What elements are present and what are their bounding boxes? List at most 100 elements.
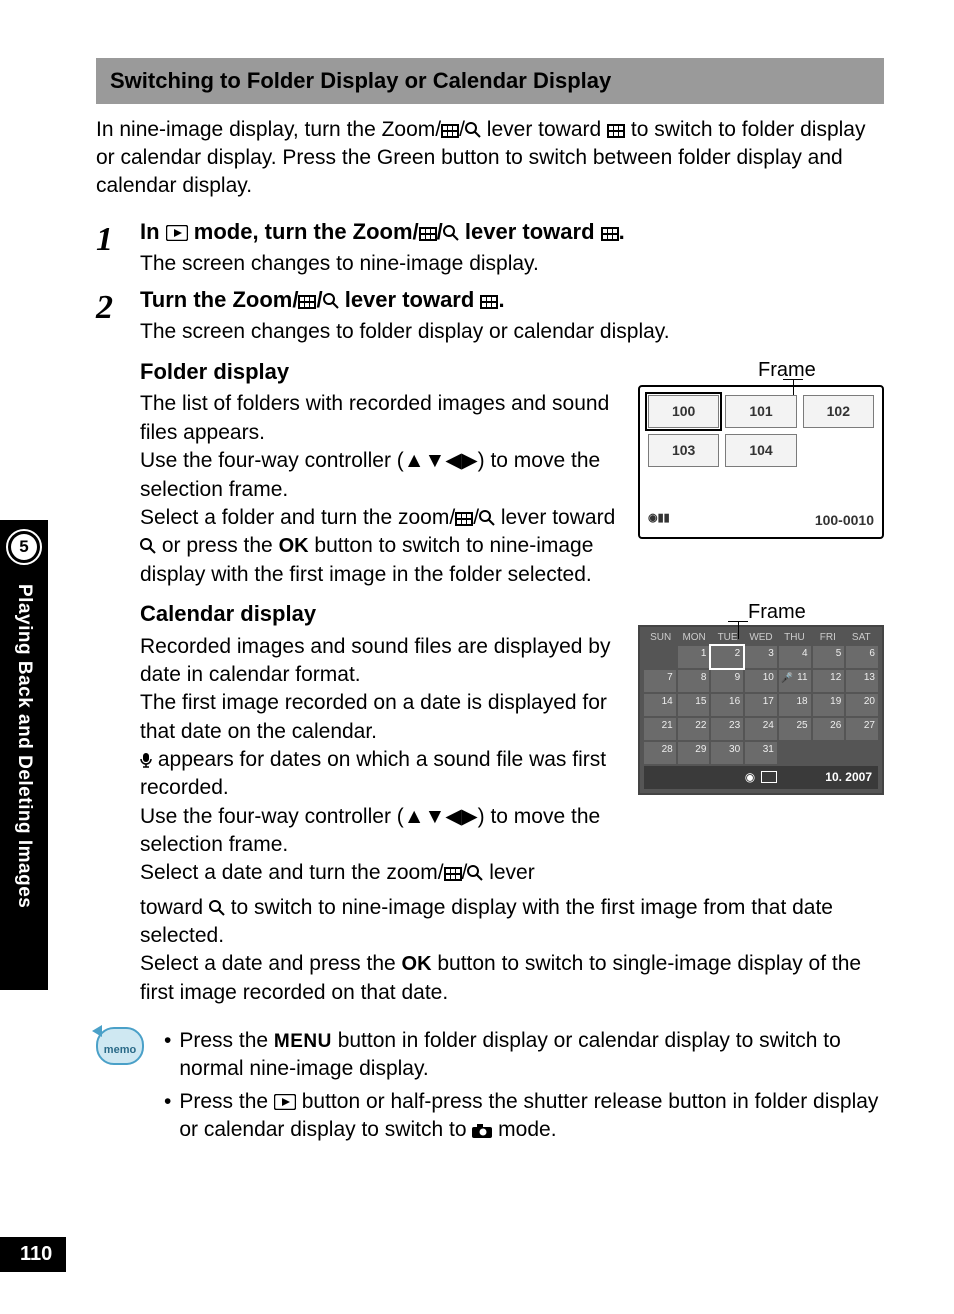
folder-display-title: Folder display bbox=[140, 357, 620, 387]
cal-cell: 15 bbox=[678, 694, 710, 716]
folder-cell: 101 bbox=[725, 395, 796, 428]
calendar-display-body: Recorded images and sound files are disp… bbox=[140, 633, 620, 888]
step-number: 2 bbox=[96, 285, 140, 1007]
cal-cell: 25 bbox=[779, 718, 811, 740]
folder-display-section: Folder display The list of folders with … bbox=[140, 357, 884, 589]
folder-cell: 104 bbox=[725, 434, 796, 467]
cal-cell: 1 bbox=[678, 646, 710, 668]
cal-cell: 14 bbox=[644, 694, 676, 716]
thumbnail-icon bbox=[455, 512, 473, 526]
cal-cell: 21 bbox=[644, 718, 676, 740]
cal-day-head: WED bbox=[744, 631, 777, 645]
battery-icon: ◉▮▮ bbox=[648, 511, 670, 530]
folder-display-body: The list of folders with recorded images… bbox=[140, 390, 620, 588]
magnify-icon bbox=[467, 865, 483, 881]
calendar-month-year: 10. 2007 bbox=[825, 769, 872, 785]
folder-cell: 102 bbox=[803, 395, 874, 428]
cal-cell: 9 bbox=[711, 670, 743, 692]
cal-day-head: TUE bbox=[711, 631, 744, 645]
frame-label: Frame bbox=[748, 599, 806, 626]
chapter-tab: 5 Playing Back and Deleting Images bbox=[0, 520, 48, 990]
cal-cell: 23 bbox=[711, 718, 743, 740]
cal-day-head: SAT bbox=[845, 631, 878, 645]
cal-cell: 17 bbox=[745, 694, 777, 716]
cal-cell: 27 bbox=[846, 718, 878, 740]
folder-cell: 100 bbox=[648, 395, 719, 428]
microphone-icon bbox=[140, 752, 152, 768]
cal-cell: 24 bbox=[745, 718, 777, 740]
cal-cell: 4 bbox=[779, 646, 811, 668]
memo-note: memo • Press the MENU button in folder d… bbox=[96, 1027, 884, 1148]
thumbnail-icon bbox=[441, 124, 459, 138]
cal-day-head: FRI bbox=[811, 631, 844, 645]
magnify-icon bbox=[479, 510, 495, 526]
thumbnail-icon bbox=[419, 227, 437, 241]
cal-cell: 18 bbox=[779, 694, 811, 716]
cal-cell: 8 bbox=[678, 670, 710, 692]
cal-cell: 10 bbox=[745, 670, 777, 692]
calendar-display-title: Calendar display bbox=[140, 599, 620, 629]
chapter-title: Playing Back and Deleting Images bbox=[11, 584, 37, 908]
card-icon bbox=[761, 771, 777, 783]
cal-day-head: SUN bbox=[644, 631, 677, 645]
cal-cell: 20 bbox=[846, 694, 878, 716]
cal-cell: 6 bbox=[846, 646, 878, 668]
thumbnail-icon bbox=[601, 227, 619, 241]
thumbnail-icon bbox=[480, 295, 498, 309]
calendar-continuation: toward to switch to nine-image display w… bbox=[140, 894, 884, 1007]
camera-icon bbox=[472, 1124, 492, 1138]
thumbnail-icon bbox=[298, 295, 316, 309]
cal-cell: 12 bbox=[813, 670, 845, 692]
magnify-icon bbox=[465, 122, 481, 138]
cal-cell: 26 bbox=[813, 718, 845, 740]
cal-cell bbox=[779, 742, 811, 764]
cal-cell bbox=[813, 742, 845, 764]
folder-counter: 100-0010 bbox=[815, 511, 874, 530]
cal-cell: 2 bbox=[711, 646, 743, 668]
cal-cell: 28 bbox=[644, 742, 676, 764]
cal-cell: 30 bbox=[711, 742, 743, 764]
cal-cell: 5 bbox=[813, 646, 845, 668]
cal-cell: 22 bbox=[678, 718, 710, 740]
step-title: In mode, turn the Zoom// lever toward . bbox=[140, 217, 884, 247]
playback-icon bbox=[166, 225, 188, 241]
magnify-icon bbox=[323, 293, 339, 309]
cal-cell: 3 bbox=[745, 646, 777, 668]
section-heading: Switching to Folder Display or Calendar … bbox=[96, 58, 884, 104]
step-number: 1 bbox=[96, 217, 140, 279]
ok-button-label: OK bbox=[402, 953, 432, 975]
cal-cell: 13 bbox=[846, 670, 878, 692]
cal-cell bbox=[846, 742, 878, 764]
magnify-icon bbox=[140, 538, 156, 554]
magnify-icon bbox=[443, 225, 459, 241]
step-description: The screen changes to folder display or … bbox=[140, 318, 884, 346]
chapter-number: 5 bbox=[11, 534, 37, 560]
folder-screen-illustration: Frame 100 101 102 103 104 ◉▮▮ bbox=[638, 357, 884, 540]
cal-cell: 31 bbox=[745, 742, 777, 764]
calendar-screen-illustration: Frame SUN MON TUE WED THU FRI SAT 123456… bbox=[638, 599, 884, 795]
thumbnail-icon bbox=[444, 867, 462, 881]
step-1: 1 In mode, turn the Zoom// lever toward … bbox=[96, 217, 884, 279]
cal-cell: 19 bbox=[813, 694, 845, 716]
cal-cell: 11🎤 bbox=[779, 670, 811, 692]
step-description: The screen changes to nine-image display… bbox=[140, 250, 884, 278]
playback-icon bbox=[274, 1094, 296, 1110]
step-title: Turn the Zoom// lever toward . bbox=[140, 285, 884, 315]
cal-cell: 29 bbox=[678, 742, 710, 764]
memo-bullet: • Press the MENU button in folder displa… bbox=[164, 1027, 884, 1084]
folder-cell: 103 bbox=[648, 434, 719, 467]
magnify-icon bbox=[209, 900, 225, 916]
cal-cell: 7 bbox=[644, 670, 676, 692]
cal-day-head: THU bbox=[778, 631, 811, 645]
cal-cell bbox=[644, 646, 676, 668]
calendar-display-section: Calendar display Recorded images and sou… bbox=[140, 599, 884, 888]
memo-icon: memo bbox=[96, 1027, 144, 1065]
ok-button-label: OK bbox=[279, 535, 309, 557]
record-icon: ◉ bbox=[745, 769, 755, 785]
thumbnail-icon bbox=[607, 124, 625, 138]
cal-day-head: MON bbox=[677, 631, 710, 645]
memo-bullet: • Press the button or half-press the shu… bbox=[164, 1088, 884, 1145]
intro-text: In nine-image display, turn the Zoom// l… bbox=[96, 116, 884, 201]
page-number: 110 bbox=[0, 1237, 66, 1272]
menu-button-label: MENU bbox=[274, 1031, 332, 1052]
